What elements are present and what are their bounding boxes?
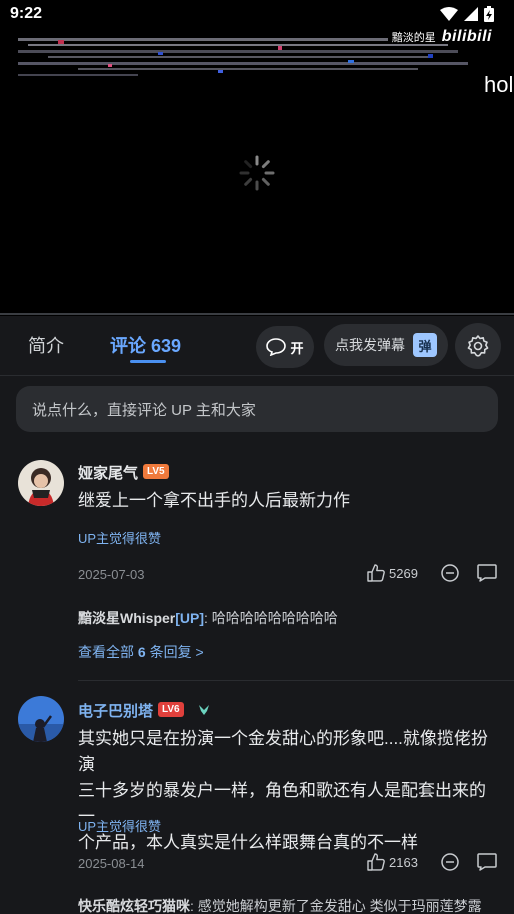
comment-content-line: 其实她只是在扮演一个金发甜心的形象吧....就像揽佬扮演: [78, 729, 488, 774]
tab-intro[interactable]: 简介: [28, 332, 64, 358]
danmaku-badge: 弹: [413, 333, 437, 357]
level-badge: LV6: [158, 702, 184, 717]
reply-count: 6: [137, 644, 146, 660]
loading-spinner-icon: [239, 155, 275, 191]
reply-bubble-icon: [477, 853, 497, 871]
avatar[interactable]: [18, 460, 64, 506]
reply-preview[interactable]: 黯淡星Whisper[UP]: 哈哈哈哈哈哈哈哈哈: [78, 608, 338, 628]
status-bar: 9:22: [0, 0, 514, 28]
danmaku-settings-button[interactable]: [455, 323, 501, 369]
up-liked-label: UP主觉得很赞: [78, 531, 162, 546]
dislike-button[interactable]: [440, 852, 460, 872]
watermark-author: 黯淡的星: [391, 32, 436, 44]
status-icons: [440, 6, 494, 22]
up-tag: [UP]: [175, 610, 205, 626]
reply-bubble-icon: [477, 564, 497, 582]
up-liked-label: UP主觉得很赞: [78, 819, 162, 834]
view-all-prefix: 查看全部: [78, 644, 138, 660]
dislike-icon: [441, 564, 459, 582]
reply-text: : 感觉她解构更新了金发甜心 类似于玛丽莲梦露: [190, 898, 482, 914]
tab-active-indicator: [130, 360, 166, 363]
fan-badge-icon: [199, 705, 209, 715]
like-button[interactable]: 5269: [366, 563, 418, 583]
reply-author: 快乐酷炫轻巧猫咪: [78, 898, 190, 914]
reply-button[interactable]: [476, 563, 498, 583]
status-time: 9:22: [10, 5, 43, 22]
video-player[interactable]: 黯淡的星 bilibili hol: [0, 0, 514, 315]
send-danmaku-button[interactable]: 点我发弹幕 弹: [324, 324, 448, 366]
gear-icon: [467, 335, 489, 357]
reply-author: 黯淡星Whisper: [78, 610, 176, 626]
dislike-button[interactable]: [440, 563, 460, 583]
video-progress-track[interactable]: [0, 313, 514, 315]
tab-comments[interactable]: 评论 639: [110, 332, 181, 358]
battery-icon: [484, 6, 494, 22]
send-danmaku-label: 点我发弹幕: [335, 337, 405, 353]
signal-icon: [464, 7, 478, 21]
wifi-icon: [440, 7, 458, 21]
dislike-icon: [441, 853, 459, 871]
like-count: 2163: [389, 854, 418, 870]
thumbs-up-icon: [367, 853, 385, 871]
comment-username[interactable]: 电子巴别塔: [78, 700, 153, 721]
like-count: 5269: [389, 565, 418, 581]
danmaku-bubble-icon: [266, 338, 287, 356]
avatar[interactable]: [18, 696, 64, 742]
comment-content: 其实她只是在扮演一个金发甜心的形象吧....就像揽佬扮演 三十多岁的暴发户一样，…: [78, 726, 498, 856]
comment-username[interactable]: 娅家尾气: [78, 462, 138, 483]
view-all-replies-link[interactable]: 查看全部 6 条回复 >: [78, 642, 204, 662]
comment-date: 2025-07-03: [78, 567, 145, 582]
comment-divider: [78, 680, 514, 681]
content-panel: 简介 评论 639 开 点我发弹幕 弹 说点什么，直接评论 UP 主和大家 娅家…: [0, 316, 514, 914]
comment-content: 继爱上一个拿不出手的人后最新力作: [78, 491, 350, 510]
watermark-brand: bilibili: [441, 28, 492, 45]
level-badge: LV5: [143, 464, 169, 479]
danmaku-toggle-label: 开: [290, 340, 304, 356]
video-watermark: 黯淡的星 bilibili: [392, 28, 492, 46]
tab-bar: 简介 评论 639 开 点我发弹幕 弹: [0, 316, 514, 376]
view-all-suffix: 条回复 >: [145, 644, 204, 660]
like-button[interactable]: 2163: [366, 852, 418, 872]
reply-text: : 哈哈哈哈哈哈哈哈哈: [204, 610, 338, 626]
reply-button[interactable]: [476, 852, 498, 872]
danmaku-toggle-button[interactable]: 开: [256, 326, 314, 368]
comment-input[interactable]: 说点什么，直接评论 UP 主和大家: [16, 386, 498, 432]
thumbs-up-icon: [367, 564, 385, 582]
danmaku-text: hol: [484, 72, 514, 97]
reply-preview[interactable]: 快乐酷炫轻巧猫咪: 感觉她解构更新了金发甜心 类似于玛丽莲梦露: [78, 896, 514, 914]
comment-date: 2025-08-14: [78, 856, 145, 871]
